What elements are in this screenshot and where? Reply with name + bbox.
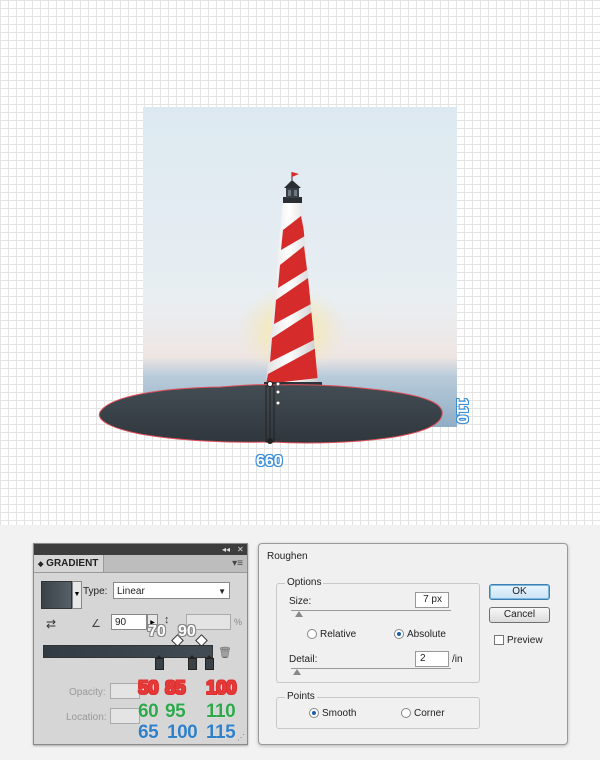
angle-icon: ∠ bbox=[91, 618, 101, 630]
detail-slider[interactable] bbox=[291, 668, 451, 669]
stop2-green-value: 95 bbox=[165, 701, 186, 722]
opacity-label: Opacity: bbox=[69, 687, 106, 698]
tab-gradient[interactable]: ◆ GRADIENT bbox=[34, 555, 104, 572]
aspect-unit: % bbox=[234, 617, 243, 627]
opacity-input[interactable] bbox=[110, 683, 140, 699]
detail-unit: /in bbox=[452, 654, 463, 665]
midpoint-location-label: 90 bbox=[178, 623, 196, 640]
rough-ground-ellipse bbox=[98, 384, 443, 444]
location-input[interactable] bbox=[110, 708, 140, 724]
stop3-blue-value: 115 bbox=[206, 722, 236, 743]
stop3-red-value: 100 bbox=[206, 678, 237, 699]
absolute-radio[interactable] bbox=[394, 629, 404, 639]
gradient-slider[interactable] bbox=[43, 645, 213, 658]
detail-slider-thumb[interactable] bbox=[293, 669, 301, 675]
resize-grip-icon[interactable]: ⋰ bbox=[237, 733, 245, 742]
relative-label: Relative bbox=[320, 629, 357, 640]
height-dimension-label: 110 bbox=[453, 398, 470, 424]
points-group: Points Smooth Corner bbox=[276, 691, 480, 729]
type-label: Type: bbox=[83, 586, 108, 597]
size-slider-thumb[interactable] bbox=[295, 611, 303, 617]
size-label: Size: bbox=[289, 596, 312, 607]
stop3-green-value: 110 bbox=[206, 701, 236, 722]
location-label: Location: bbox=[66, 712, 107, 723]
expand-arrows-icon: ◆ bbox=[38, 561, 44, 568]
stop2-red-value: 85 bbox=[165, 678, 186, 699]
corner-radio[interactable] bbox=[401, 708, 411, 718]
swatch-dropdown-icon[interactable]: ▼ bbox=[72, 581, 82, 609]
options-group: Options Size: 7 px Relative Absolute Det… bbox=[276, 577, 480, 683]
points-legend: Points bbox=[285, 691, 317, 702]
options-legend: Options bbox=[285, 577, 324, 588]
panel-titlebar[interactable]: ◂◂ ✕ bbox=[34, 544, 247, 555]
midpoint-location-label: 70 bbox=[148, 623, 166, 640]
relative-radio[interactable] bbox=[307, 629, 317, 639]
type-value: Linear bbox=[117, 586, 145, 597]
angle-input[interactable]: 90 bbox=[111, 614, 147, 630]
ok-button[interactable]: OK bbox=[489, 584, 550, 600]
gradient-stop[interactable] bbox=[205, 655, 214, 670]
preview-label: Preview bbox=[507, 635, 543, 646]
gradient-panel: ◂◂ ✕ ◆ GRADIENT ▾≡ ▼ Type: Linear ▼ ⇄ ∠ … bbox=[33, 543, 248, 745]
illustration bbox=[98, 107, 457, 444]
stop1-blue-value: 65 bbox=[138, 722, 159, 743]
dialog-title: Roughen bbox=[267, 551, 308, 562]
stop1-green-value: 60 bbox=[138, 701, 159, 722]
panel-title: GRADIENT bbox=[46, 558, 99, 569]
gradient-stop[interactable] bbox=[155, 655, 164, 670]
delete-stop-icon[interactable]: 🗑 bbox=[218, 646, 232, 659]
stop1-red-value: 50 bbox=[138, 678, 159, 699]
gradient-stop[interactable] bbox=[188, 655, 197, 670]
corner-label: Corner bbox=[414, 708, 445, 719]
detail-label: Detail: bbox=[289, 654, 318, 665]
collapse-icon[interactable]: ◂◂ bbox=[222, 544, 230, 555]
gradient-swatch[interactable] bbox=[41, 581, 72, 609]
width-dimension-label: 660 bbox=[256, 453, 283, 470]
roughen-dialog: Roughen Options Size: 7 px Relative Abso… bbox=[258, 543, 568, 745]
reverse-gradient-icon[interactable]: ⇄ bbox=[46, 617, 56, 631]
preview-checkbox[interactable] bbox=[494, 635, 504, 645]
close-icon[interactable]: ✕ bbox=[237, 544, 244, 555]
absolute-label: Absolute bbox=[407, 629, 446, 640]
size-input[interactable]: 7 px bbox=[415, 592, 449, 608]
smooth-label: Smooth bbox=[322, 708, 357, 719]
panel-menu-icon[interactable]: ▾≡ bbox=[232, 558, 243, 569]
detail-input[interactable]: 2 bbox=[415, 651, 449, 667]
chevron-down-icon: ▼ bbox=[218, 587, 226, 596]
type-select[interactable]: Linear ▼ bbox=[113, 582, 230, 599]
stop2-blue-value: 100 bbox=[167, 722, 198, 743]
size-slider[interactable] bbox=[291, 610, 451, 611]
cancel-button[interactable]: Cancel bbox=[489, 607, 550, 623]
smooth-radio[interactable] bbox=[309, 708, 319, 718]
